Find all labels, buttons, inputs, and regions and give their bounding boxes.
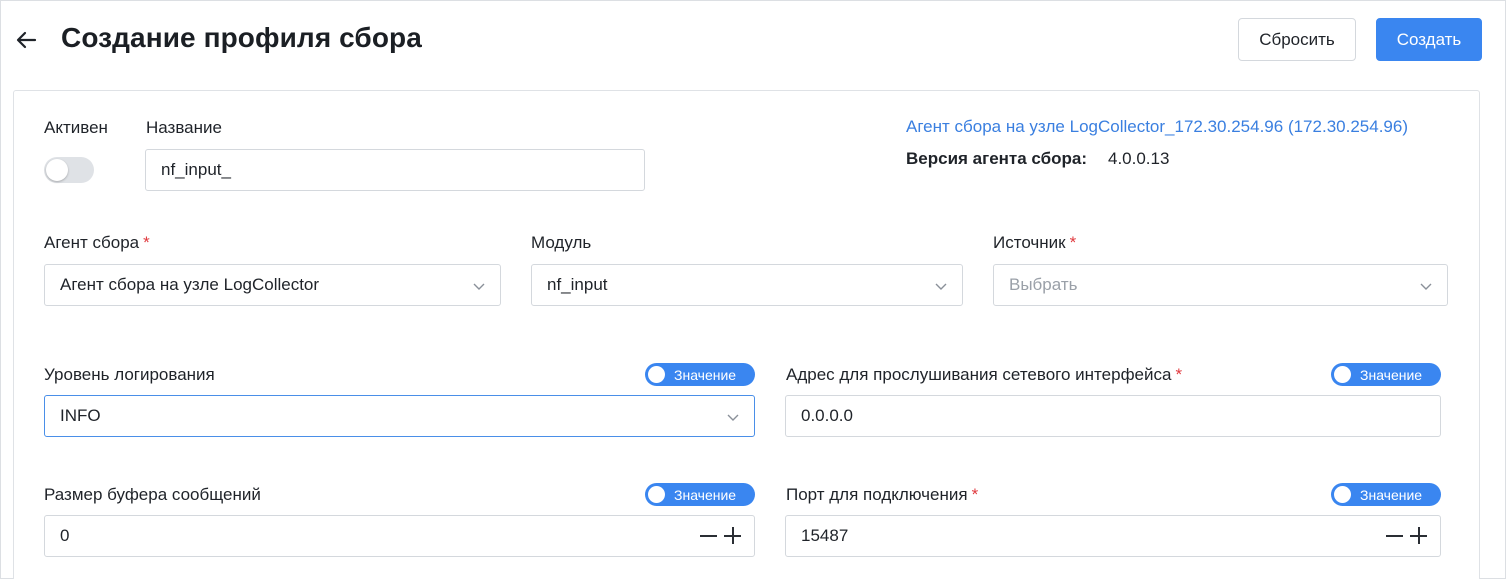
chevron-down-icon [473, 283, 485, 290]
agent-label-text: Агент сбора [44, 233, 140, 252]
agent-select-value: Агент сбора на узле LogCollector [60, 275, 320, 294]
module-select-value: nf_input [547, 275, 608, 294]
reset-button[interactable]: Сбросить [1238, 18, 1356, 61]
toggle-knob [648, 366, 665, 383]
module-select[interactable]: nf_input [531, 264, 963, 306]
toggle-knob [1334, 486, 1351, 503]
listen-address-input[interactable]: 0.0.0.0 [785, 395, 1441, 437]
port-label-text: Порт для подключения [786, 485, 968, 504]
agent-select[interactable]: Агент сбора на узле LogCollector [44, 264, 501, 306]
minus-icon[interactable] [698, 526, 718, 546]
agent-label: Агент сбора * [44, 233, 150, 253]
value-toggle-label: Значение [1360, 367, 1423, 383]
name-input[interactable]: nf_input_ [145, 149, 645, 191]
port-label: Порт для подключения * [786, 485, 978, 505]
active-label: Активен [44, 118, 108, 137]
value-toggle-label: Значение [1360, 487, 1423, 503]
name-input-value: nf_input_ [161, 160, 231, 179]
page-title: Создание профиля сбора [61, 22, 422, 53]
listen-address-label-text: Адрес для прослушивания сетевого интерфе… [786, 365, 1172, 384]
port-stepper [1384, 526, 1428, 546]
source-select-placeholder: Выбрать [1009, 275, 1078, 294]
value-toggle-label: Значение [674, 487, 737, 503]
toggle-knob [648, 486, 665, 503]
listen-address-value-toggle[interactable]: Значение [1331, 363, 1441, 386]
agent-link[interactable]: Агент сбора на узле LogCollector_172.30.… [906, 117, 1408, 137]
required-mark: * [1175, 365, 1183, 384]
agent-version-value: 4.0.0.13 [1108, 149, 1170, 168]
plus-icon[interactable] [1408, 526, 1428, 546]
required-mark: * [971, 485, 979, 504]
source-select[interactable]: Выбрать [993, 264, 1448, 306]
buffer-size-stepper [698, 526, 742, 546]
buffer-size-input-value: 0 [60, 526, 70, 545]
value-toggle-label: Значение [674, 367, 737, 383]
log-level-label: Уровень логирования [44, 365, 215, 384]
port-input[interactable]: 15487 [785, 515, 1441, 557]
toggle-knob [1334, 366, 1351, 383]
chevron-down-icon [1420, 283, 1432, 290]
back-arrow-icon[interactable] [14, 27, 40, 53]
module-label: Модуль [531, 233, 592, 252]
log-level-select[interactable]: INFO [44, 395, 755, 437]
chevron-down-icon [727, 414, 739, 421]
port-input-value: 15487 [801, 526, 849, 545]
create-button[interactable]: Создать [1376, 18, 1482, 61]
log-level-value-toggle[interactable]: Значение [645, 363, 755, 386]
log-level-select-value: INFO [60, 406, 101, 425]
listen-address-label: Адрес для прослушивания сетевого интерфе… [786, 365, 1182, 385]
name-label: Название [146, 118, 222, 137]
listen-address-input-value: 0.0.0.0 [801, 406, 853, 425]
plus-icon[interactable] [722, 526, 742, 546]
minus-icon[interactable] [1384, 526, 1404, 546]
buffer-size-label: Размер буфера сообщений [44, 485, 261, 504]
required-mark: * [1069, 233, 1077, 252]
source-label: Источник * [993, 233, 1076, 253]
chevron-down-icon [935, 283, 947, 290]
buffer-size-value-toggle[interactable]: Значение [645, 483, 755, 506]
port-value-toggle[interactable]: Значение [1331, 483, 1441, 506]
active-toggle[interactable] [44, 157, 94, 183]
agent-version-label: Версия агента сбора: [906, 149, 1088, 168]
required-mark: * [143, 233, 150, 252]
buffer-size-input[interactable]: 0 [44, 515, 755, 557]
source-label-text: Источник [993, 233, 1066, 252]
